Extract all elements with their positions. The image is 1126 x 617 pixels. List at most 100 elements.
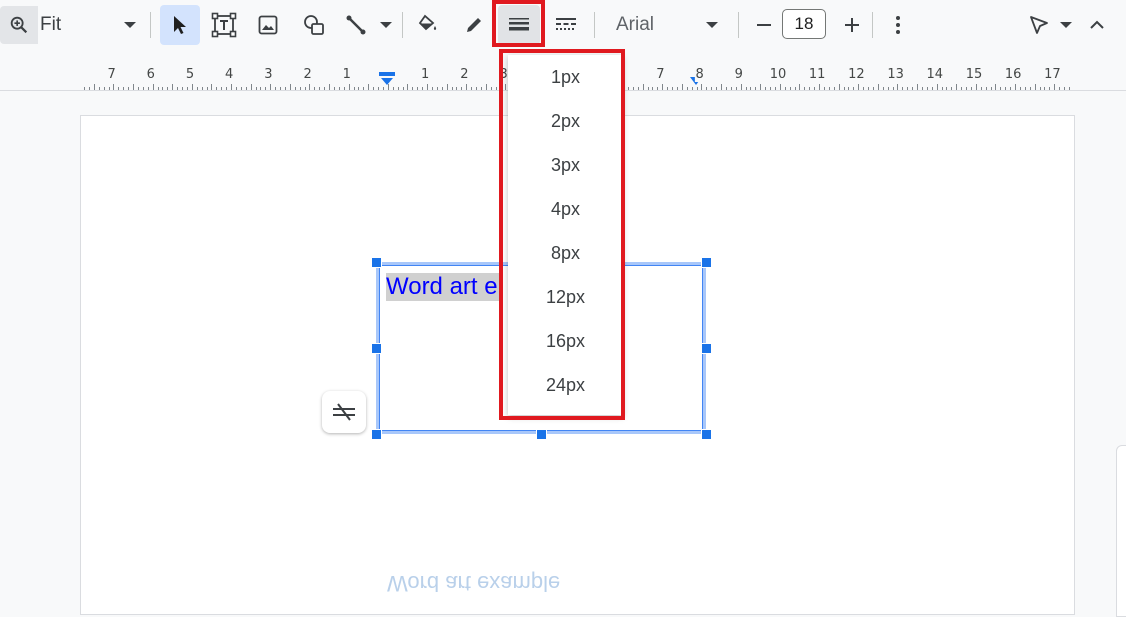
ruler-number: 6 <box>145 67 156 82</box>
ruler-tick <box>902 87 904 90</box>
ruler-tick <box>627 87 629 90</box>
zoom-button[interactable] <box>0 6 38 44</box>
ruler-tick <box>1029 87 1031 90</box>
cursor-mode-button[interactable] <box>1022 5 1056 45</box>
font-name: Arial <box>616 14 655 35</box>
ruler-tick <box>402 87 404 90</box>
ruler-tick <box>804 87 806 90</box>
collapse-toolbar-button[interactable] <box>1082 5 1112 45</box>
ruler-tick <box>966 87 967 90</box>
ruler-tick <box>206 87 208 90</box>
shape-button[interactable] <box>294 5 334 45</box>
ruler-tick <box>1000 87 1002 90</box>
line-dash-button[interactable] <box>546 5 586 45</box>
ruler-tick <box>343 87 345 90</box>
ruler-tick <box>1034 84 1036 90</box>
toolbar-divider <box>872 12 873 38</box>
ruler-tick <box>128 87 130 90</box>
insert-image-button[interactable] <box>248 5 288 45</box>
ruler-tick <box>441 87 443 90</box>
ruler-tick <box>961 87 963 90</box>
line-tool-button[interactable] <box>338 5 374 45</box>
ruler-tick <box>657 87 659 90</box>
more-options-button[interactable] <box>884 5 912 45</box>
ruler-tick <box>431 87 433 90</box>
ruler-tick <box>809 87 811 90</box>
ruler-tick <box>103 87 105 90</box>
ruler-tick <box>333 87 335 90</box>
ruler-tick <box>819 84 820 90</box>
ruler-tick <box>848 87 850 90</box>
resize-handle-top-left[interactable] <box>371 257 382 268</box>
ruler-tick <box>1019 87 1021 90</box>
zoom-icon <box>10 16 28 34</box>
select-arrow-icon <box>174 16 186 34</box>
ruler-tick <box>417 87 419 90</box>
ruler-tick <box>368 84 370 90</box>
ruler-number: 15 <box>964 67 984 82</box>
ruler-tick <box>941 87 943 90</box>
font-select[interactable]: Arial <box>606 5 696 45</box>
ruler-tick <box>740 84 742 90</box>
ruler-tick <box>157 87 159 90</box>
ruler-tick <box>843 87 845 90</box>
zoom-select[interactable]: Fit <box>40 6 100 44</box>
ruler-tick <box>152 84 154 90</box>
zoom-dropdown-button[interactable] <box>118 6 142 44</box>
ruler-number: 7 <box>655 67 666 82</box>
ruler-tick <box>760 84 762 90</box>
fill-color-icon <box>418 14 437 31</box>
ruler-tick <box>427 84 428 90</box>
ruler-tick <box>1044 87 1046 90</box>
ruler-tick <box>446 84 448 90</box>
ruler-tick <box>975 84 977 90</box>
ruler-tick <box>936 84 938 90</box>
line-dropdown-button[interactable] <box>374 5 398 45</box>
cursor-dropdown-button[interactable] <box>1056 5 1076 45</box>
ruler-tick <box>314 87 316 90</box>
ruler-tick <box>304 87 306 90</box>
font-size-input[interactable] <box>782 9 826 39</box>
zoom-value: Fit <box>40 14 62 35</box>
caret-down-icon <box>124 22 136 28</box>
ruler-tick <box>755 87 757 90</box>
decrease-font-size-button[interactable] <box>748 5 780 45</box>
ruler-tick <box>329 84 330 90</box>
ruler-tick <box>946 87 948 90</box>
border-color-button[interactable] <box>454 5 494 45</box>
text-box-button[interactable] <box>204 5 244 45</box>
side-panel-tab[interactable] <box>1116 445 1126 617</box>
ruler-tick <box>186 87 188 90</box>
ruler-tick <box>485 84 487 90</box>
resize-handle-right[interactable] <box>701 343 712 354</box>
ruler-number: 11 <box>807 67 827 82</box>
ruler-tick <box>681 84 683 90</box>
ruler-tick <box>142 87 144 90</box>
font-dropdown-button[interactable] <box>700 5 724 45</box>
ruler-tick <box>872 87 874 90</box>
ruler-tick <box>1059 87 1061 90</box>
resize-handle-bottom[interactable] <box>536 429 547 440</box>
ruler-number: 1 <box>420 67 431 82</box>
ruler-tick <box>735 87 737 90</box>
text-wrap-button[interactable] <box>322 391 366 433</box>
chevron-up-icon <box>1090 20 1104 29</box>
fill-color-button[interactable] <box>408 5 448 45</box>
ruler-tick <box>382 87 384 90</box>
resize-handle-top-right[interactable] <box>701 257 712 268</box>
text-wrap-icon <box>333 403 355 421</box>
increase-font-size-button[interactable] <box>836 5 868 45</box>
ruler-tick <box>147 87 149 90</box>
ruler-tick <box>1039 87 1041 90</box>
ruler-tick <box>240 87 242 90</box>
ruler-tick <box>412 87 414 90</box>
resize-handle-bottom-right[interactable] <box>701 429 712 440</box>
line-icon <box>346 15 366 35</box>
ruler-number: 8 <box>694 67 705 82</box>
ruler-tick <box>280 87 281 90</box>
select-tool-button[interactable] <box>160 5 200 45</box>
ruler-tick <box>1005 87 1007 90</box>
resize-handle-bottom-left[interactable] <box>371 429 382 440</box>
resize-handle-left[interactable] <box>371 343 382 354</box>
ruler-tick <box>88 87 90 90</box>
